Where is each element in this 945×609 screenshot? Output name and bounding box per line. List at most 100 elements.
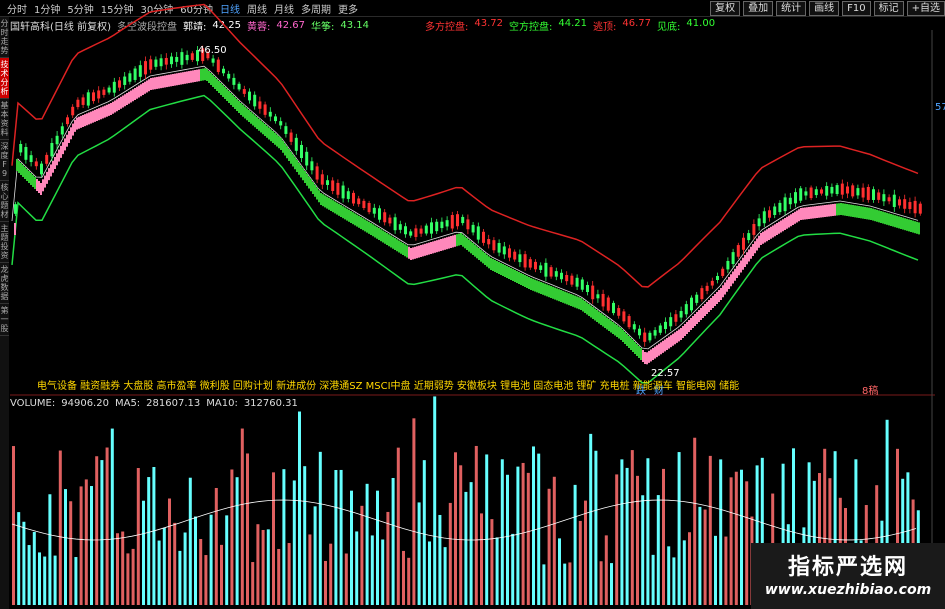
volume-bar (547, 488, 551, 605)
control-ribbon-segment (526, 276, 528, 288)
control-ribbon-segment (346, 208, 348, 221)
control-ribbon-segment (432, 241, 434, 254)
candle-body (736, 245, 740, 257)
control-ribbon-segment (848, 204, 850, 217)
control-ribbon-segment (918, 222, 920, 235)
volume-bar (641, 495, 645, 605)
control-ribbon-segment (134, 88, 136, 100)
control-ribbon-segment (590, 305, 592, 318)
control-ribbon-segment (878, 210, 880, 223)
candle-body (341, 185, 345, 199)
candle-body (913, 200, 917, 214)
control-ribbon-segment (140, 84, 142, 97)
control-ribbon-segment (54, 157, 56, 169)
volume-bar (95, 456, 99, 605)
candle-body (898, 199, 901, 206)
volume-bar (703, 509, 707, 605)
volume-bar (282, 469, 286, 605)
volume-bar (490, 519, 494, 605)
volume-bar (714, 535, 717, 605)
control-ribbon-segment (864, 207, 866, 219)
control-ribbon-segment (200, 68, 202, 81)
control-ribbon-segment (68, 131, 70, 143)
control-ribbon-segment (216, 79, 218, 91)
control-ribbon-segment (74, 119, 76, 132)
control-ribbon-segment (616, 325, 618, 337)
control-ribbon-segment (238, 101, 240, 113)
control-ribbon-segment (444, 237, 446, 250)
control-ribbon-segment (916, 221, 918, 234)
control-ribbon-segment (902, 217, 904, 230)
control-ribbon-segment (208, 71, 210, 83)
volume-bar (38, 552, 41, 605)
control-ribbon-segment (636, 344, 638, 356)
control-ribbon-segment (470, 241, 472, 254)
volume-bar (604, 535, 608, 605)
control-ribbon-segment (844, 203, 846, 216)
control-ribbon-segment (38, 181, 40, 193)
control-ribbon-segment (500, 263, 502, 275)
candle-body (544, 262, 548, 277)
vol-label: VOLUME: (10, 398, 56, 409)
control-ribbon-segment (704, 304, 706, 316)
control-ribbon-segment (828, 204, 830, 217)
candle-body (123, 76, 127, 85)
control-ribbon-segment (260, 120, 262, 133)
control-ribbon-segment (822, 205, 824, 218)
control-ribbon-segment (334, 201, 336, 214)
volume-bar (178, 550, 182, 605)
control-ribbon-segment (316, 187, 318, 200)
volume-bar (235, 477, 239, 605)
control-ribbon-segment (394, 238, 396, 250)
volume-bar (173, 522, 177, 605)
candle-body (60, 126, 64, 135)
candle-body (487, 239, 491, 245)
candle-body (606, 297, 610, 311)
volume-bar (391, 477, 395, 605)
control-ribbon-segment (372, 224, 374, 237)
control-ribbon-segment (650, 349, 652, 362)
control-ribbon-segment (882, 211, 884, 224)
candle-body (66, 117, 69, 125)
control-ribbon-segment (148, 79, 150, 92)
control-ribbon-segment (690, 318, 692, 330)
control-ribbon-segment (698, 310, 700, 322)
candle-body (669, 317, 673, 327)
control-ribbon-segment (472, 243, 474, 255)
control-ribbon-segment (378, 228, 380, 240)
candle-body (887, 197, 891, 202)
kline-chart[interactable]: 46.50 22.57 57 跌 财 8稿 (0, 0, 945, 609)
control-ribbon-segment (70, 127, 72, 140)
control-ribbon-segment (826, 204, 828, 217)
control-ribbon-segment (776, 223, 778, 235)
volume-bar (636, 475, 639, 605)
control-ribbon-segment (598, 311, 600, 324)
volume-bar (485, 454, 489, 605)
volume-bar (110, 428, 114, 605)
control-ribbon-segment (594, 308, 596, 321)
control-ribbon-segment (538, 281, 540, 294)
control-ribbon-segment (710, 298, 712, 310)
control-ribbon-segment (434, 240, 436, 253)
control-ribbon-segment (888, 213, 890, 226)
candle-body (367, 202, 371, 213)
control-ribbon-segment (862, 206, 864, 219)
control-ribbon-segment (638, 346, 640, 358)
candle-body (617, 308, 621, 316)
volume-bar (651, 554, 655, 605)
control-ribbon-segment (180, 72, 182, 85)
candle-body (336, 182, 340, 195)
control-ribbon-segment (16, 159, 18, 171)
control-ribbon-segment (204, 68, 206, 81)
volume-bar (412, 418, 416, 605)
control-ribbon-segment (834, 203, 836, 216)
control-ribbon-segment (716, 292, 718, 304)
candle-body (40, 163, 43, 175)
control-ribbon-segment (886, 212, 888, 225)
candle-body (799, 188, 803, 201)
volume-bar (370, 535, 374, 605)
control-ribbon-segment (404, 244, 406, 257)
control-ribbon-segment (196, 69, 198, 82)
control-ribbon-segment (158, 76, 160, 89)
control-ribbon-segment (14, 223, 16, 235)
